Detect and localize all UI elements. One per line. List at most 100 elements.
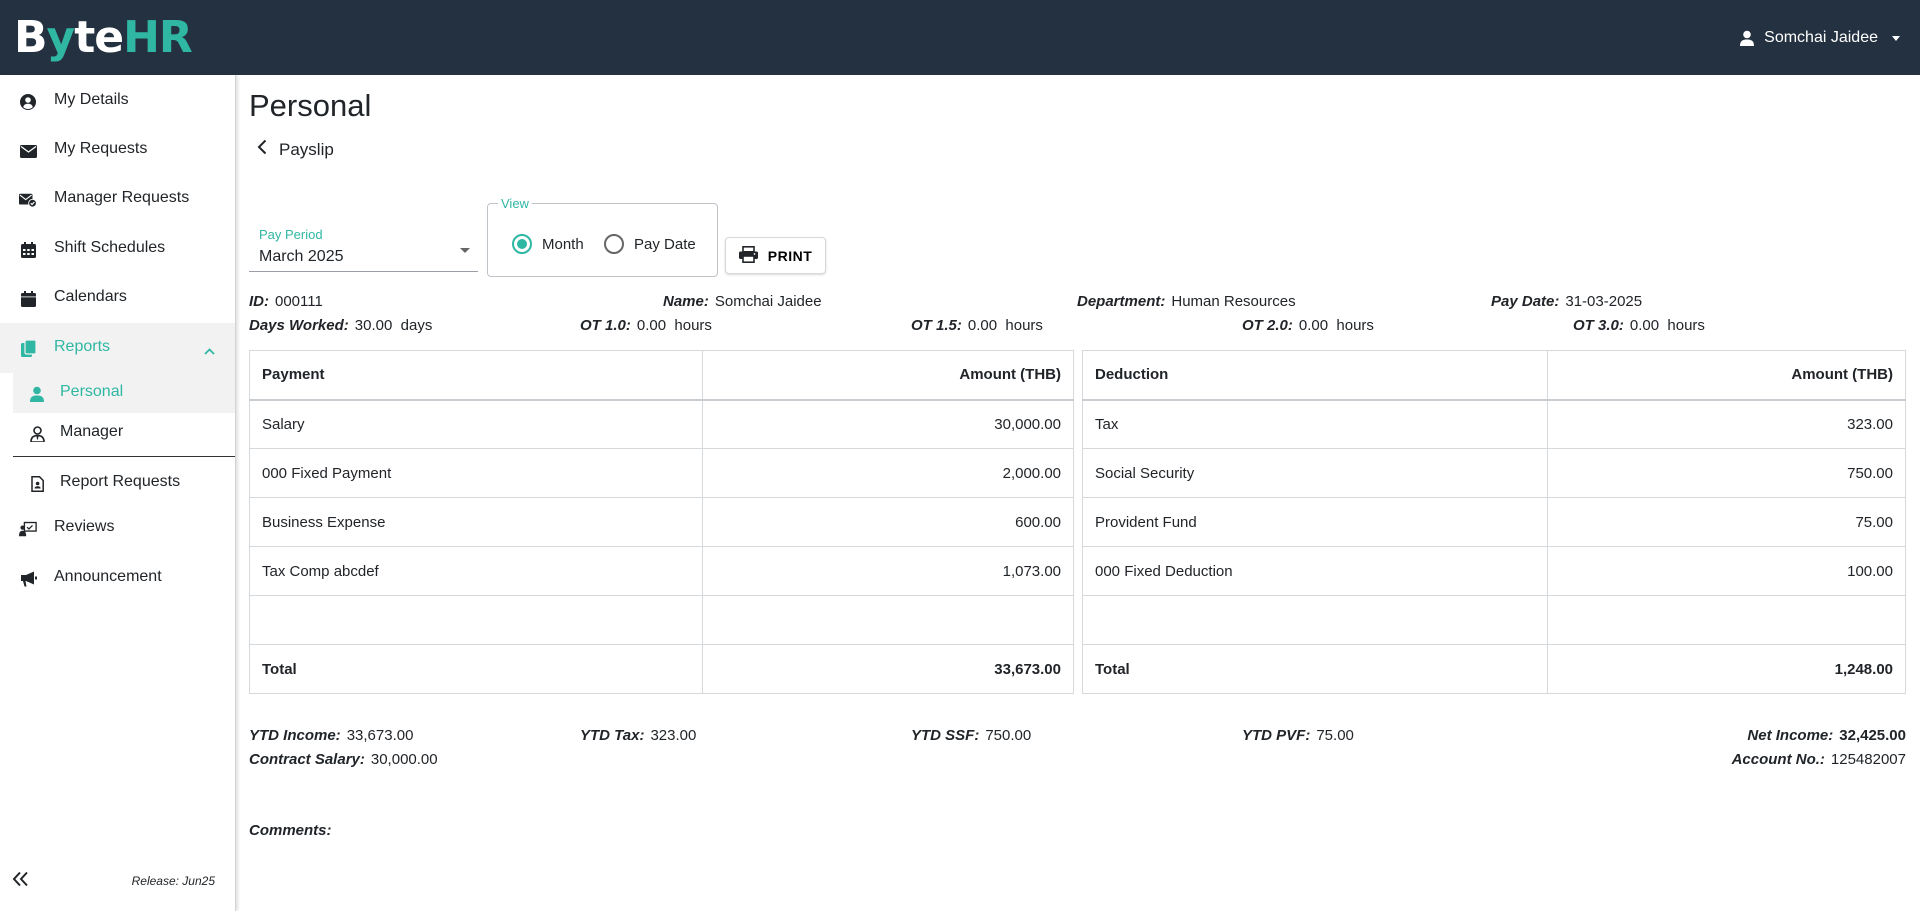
ytd-tax: YTD Tax: 323.00 <box>580 727 696 744</box>
table-total-row: Total 33,673.00 <box>248 644 1074 694</box>
hours-unit: hours <box>1336 317 1374 334</box>
sidebar-item-label: Reviews <box>54 518 115 535</box>
table-row: Tax 323.00 <box>1081 399 1906 449</box>
ytd-income-label: YTD Income: <box>249 727 341 744</box>
back-to-payslip-link[interactable]: Payslip <box>257 139 334 160</box>
bytehr-logo[interactable]: B y te HR <box>14 11 193 63</box>
pay-period-value: March 2025 <box>259 248 344 265</box>
sidebar-item-reports[interactable]: Reports <box>0 323 235 373</box>
table-row: Business Expense 600.00 <box>248 497 1074 547</box>
ytd-tax-label: YTD Tax: <box>580 727 645 744</box>
sidebar-item-report-requests[interactable]: Report Requests <box>0 463 235 503</box>
print-button[interactable]: PRINT <box>725 237 826 274</box>
employee-name: Name: Somchai Jaidee <box>663 293 822 310</box>
deduction-amount: 750.00 <box>1547 448 1906 498</box>
hours-unit: hours <box>1667 317 1705 334</box>
ot-value: 0.00 <box>967 317 998 334</box>
chalkboard-user-icon <box>19 520 37 538</box>
sidebar-item-label: My Requests <box>54 140 148 157</box>
payment-amount: 1,073.00 <box>702 546 1074 596</box>
ot-value: 0.00 <box>636 317 667 334</box>
sidebar-item-manager[interactable]: Manager <box>0 413 235 453</box>
sidebar-item-announcement[interactable]: Announcement <box>0 558 235 598</box>
table-row <box>248 595 1074 645</box>
ytd-income: YTD Income: 33,673.00 <box>249 727 413 744</box>
ot-label: OT 1.0: <box>580 317 631 334</box>
department-value: Human Resources <box>1171 293 1296 310</box>
user-tie-icon <box>28 425 46 443</box>
ot-label: OT 3.0: <box>1573 317 1624 334</box>
sidebar-item-manager-requests[interactable]: Manager Requests <box>0 179 235 219</box>
ytd-ssf-value: 750.00 <box>985 727 1032 744</box>
table-row: Tax Comp abcdef 1,073.00 <box>248 546 1074 596</box>
ot-value: 0.00 <box>1629 317 1660 334</box>
payment-amount: 2,000.00 <box>702 448 1074 498</box>
radio-label: Month <box>542 235 584 253</box>
sidebar-item-my-requests[interactable]: My Requests <box>0 130 235 170</box>
days-worked-value: 30.00 <box>354 317 393 334</box>
view-pay-date-radio[interactable]: Pay Date <box>604 234 696 254</box>
amount-column-header: Amount (THB) <box>702 350 1074 401</box>
ot-label: OT 2.0: <box>1242 317 1293 334</box>
payment-total: 33,673.00 <box>702 644 1074 694</box>
pay-period-select[interactable]: Pay Period March 2025 <box>249 223 478 272</box>
user-name: Somchai Jaidee <box>1764 29 1878 46</box>
id-value: 000111 <box>275 293 323 310</box>
sidebar-item-reviews[interactable]: Reviews <box>0 508 235 548</box>
ytd-pvf: YTD PVF: 75.00 <box>1242 727 1354 744</box>
table-row: 000 Fixed Deduction 100.00 <box>1081 546 1906 596</box>
payment-name: Tax Comp abcdef <box>248 546 704 596</box>
view-month-radio[interactable]: Month <box>512 234 584 254</box>
envelope-icon <box>19 142 37 160</box>
deduction-name: 000 Fixed Deduction <box>1081 546 1549 596</box>
chevron-left-icon <box>257 139 267 160</box>
table-row: 000 Fixed Payment 2,000.00 <box>248 448 1074 498</box>
double-chevron-left-icon[interactable] <box>12 871 30 892</box>
payment-name: Business Expense <box>248 497 704 547</box>
ot-label: OT 1.5: <box>911 317 962 334</box>
logo-letters-te: te <box>74 11 124 63</box>
pay-date-value: 31-03-2025 <box>1565 293 1643 310</box>
table-row: Salary 30,000.00 <box>248 399 1074 449</box>
sidebar: My Details My Requests Manager Requests … <box>0 75 236 911</box>
net-income: Net Income: 32,425.00 <box>1747 727 1906 744</box>
logo-letters-hr: HR <box>123 11 193 63</box>
account-number-label: Account No.: <box>1731 751 1825 768</box>
net-income-value: 32,425.00 <box>1839 727 1906 744</box>
account-number-value: 125482007 <box>1830 751 1906 768</box>
user-menu[interactable]: Somchai Jaidee <box>1740 24 1900 52</box>
deduction-table: Deduction Amount (THB) Tax 323.00 Social … <box>1081 350 1906 694</box>
page-title: Personal <box>249 88 372 123</box>
sidebar-item-shift-schedules[interactable]: Shift Schedules <box>0 229 235 269</box>
department-label: Department: <box>1077 293 1166 310</box>
pay-date-label: Pay Date: <box>1491 293 1560 310</box>
user-icon <box>28 385 46 403</box>
sidebar-item-personal[interactable]: Personal <box>13 373 235 413</box>
total-label: Total <box>1081 644 1549 694</box>
contract-salary-label: Contract Salary: <box>249 751 365 768</box>
ot-1-5: OT 1.5: 0.00 hours <box>911 317 1043 334</box>
calendar-grid-icon <box>19 241 37 259</box>
table-row <box>1081 595 1906 645</box>
radio-checked-icon <box>512 234 532 254</box>
sidebar-item-label: Calendars <box>54 288 127 305</box>
table-row: Social Security 750.00 <box>1081 448 1906 498</box>
top-bar: B y te HR Somchai Jaidee <box>0 0 1920 75</box>
sidebar-item-label: Report Requests <box>60 473 181 490</box>
sidebar-item-my-details[interactable]: My Details <box>0 81 235 121</box>
printer-icon <box>738 245 758 266</box>
deduction-name: Provident Fund <box>1081 497 1549 547</box>
ytd-pvf-label: YTD PVF: <box>1242 727 1311 744</box>
employee-id: ID: 000111 <box>249 293 323 310</box>
chevron-up-icon <box>204 342 215 360</box>
days-worked: Days Worked: 30.00 days <box>249 317 432 334</box>
sidebar-item-calendars[interactable]: Calendars <box>0 278 235 318</box>
account-number: Account No.: 125482007 <box>1732 751 1906 768</box>
deduction-amount: 75.00 <box>1547 497 1906 547</box>
total-label: Total <box>248 644 704 694</box>
days-worked-label: Days Worked: <box>249 317 349 334</box>
deduction-name: Social Security <box>1081 448 1549 498</box>
logo-letter-y: y <box>46 11 76 63</box>
ytd-ssf-label: YTD SSF: <box>911 727 980 744</box>
sidebar-item-label: Personal <box>60 383 124 400</box>
